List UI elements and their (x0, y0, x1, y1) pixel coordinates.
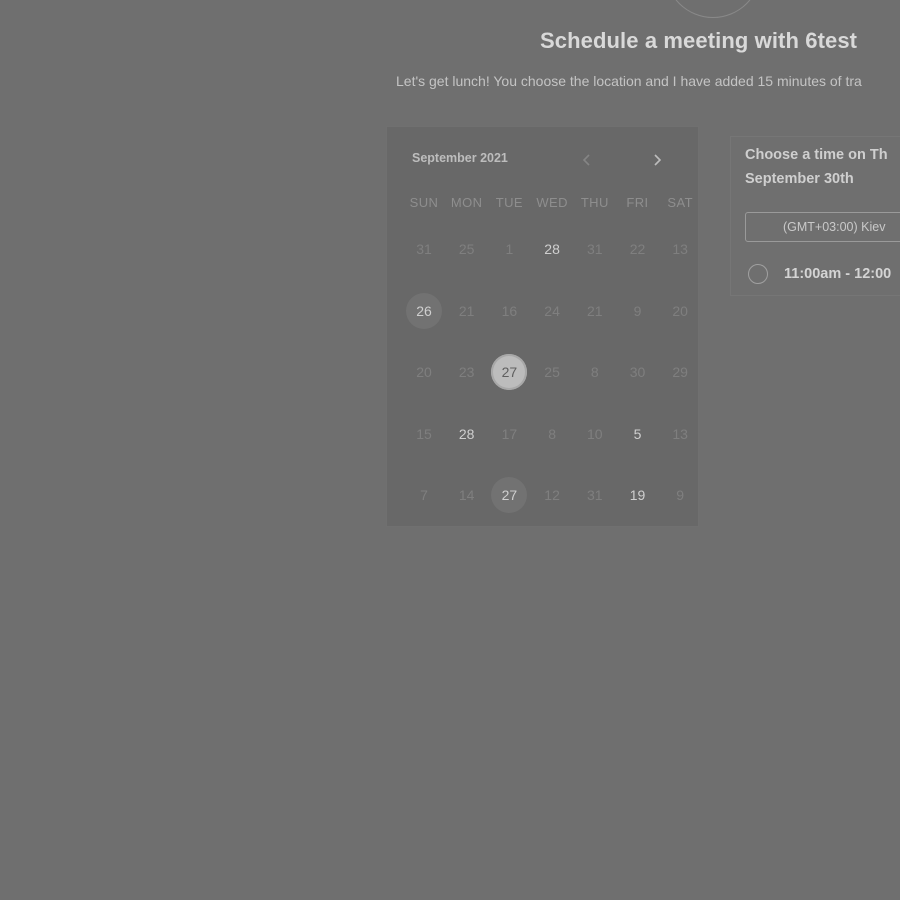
calendar-day: 13 (672, 241, 688, 257)
timezone-select[interactable]: (GMT+03:00) Kiev (745, 212, 900, 242)
calendar-day: 25 (544, 364, 560, 380)
calendar-day: 8 (548, 425, 556, 442)
calendar-day: 1 (505, 241, 514, 257)
calendar-day: 10 (587, 425, 603, 442)
avatar (665, 0, 761, 18)
time-slot-option[interactable]: 11:00am - 12:00 (748, 262, 891, 286)
weekday-label: THU (580, 195, 609, 210)
calendar-day: 30 (629, 364, 646, 380)
calendar-day: 31 (587, 487, 603, 503)
choose-time-heading: Choose a time on Th September 30th (745, 143, 900, 191)
calendar-day: 23 (458, 364, 475, 380)
radio-icon[interactable] (748, 264, 768, 284)
weekday-label: FRI (626, 195, 649, 210)
calendar-day: 21 (587, 302, 603, 319)
weekday-label: TUE (495, 195, 523, 210)
time-slot-label: 11:00am - 12:00 (784, 266, 892, 282)
chevron-left-icon (582, 154, 590, 166)
previous-month-button[interactable] (575, 147, 599, 173)
calendar-day: 13 (672, 425, 688, 442)
choose-time-heading-line-1: Choose a time on Th (745, 147, 888, 163)
calendar-day[interactable]: 19 (620, 477, 656, 513)
calendar-month-label: September 2021 (412, 151, 508, 165)
weekday-label: SAT (667, 195, 693, 210)
weekday-label: MON (450, 195, 483, 210)
calendar-day[interactable]: 28 (534, 231, 570, 267)
calendar-day: 20 (672, 302, 688, 319)
meeting-description: Let's get lunch! You choose the location… (396, 73, 862, 89)
calendar-day: 20 (416, 364, 432, 380)
calendar-day: 31 (416, 241, 432, 257)
calendar-day: 24 (544, 302, 560, 319)
chevron-right-icon (654, 154, 662, 166)
calendar-day: 9 (676, 487, 685, 503)
scheduling-page: Schedule a meeting with 6test Let's get … (0, 0, 900, 900)
weekday-label: SUN (409, 195, 439, 210)
calendar-day: 14 (458, 487, 475, 503)
calendar-day: 15 (416, 425, 432, 442)
calendar-day: 17 (501, 425, 518, 442)
calendar-panel: September 2021 SUN MON TUE WED THU FRI SAT 31 2… (386, 126, 699, 527)
calendar-day: 9 (633, 302, 642, 319)
calendar-day: 21 (458, 302, 475, 319)
calendar-day: 8 (590, 364, 599, 380)
calendar-day: 12 (544, 487, 560, 503)
choose-time-heading-line-2: September 30th (745, 171, 854, 187)
calendar-day: 31 (587, 241, 603, 257)
calendar-day: 16 (501, 302, 518, 319)
calendar-day: 22 (629, 241, 646, 257)
calendar-day[interactable]: 26 (406, 292, 442, 329)
page-title: Schedule a meeting with 6test (540, 28, 858, 53)
calendar-day[interactable]: 28 (449, 416, 485, 452)
calendar-day: 25 (458, 241, 475, 257)
calendar-day: 7 (420, 487, 428, 503)
calendar-day[interactable]: 27 (491, 477, 528, 513)
calendar-day: 29 (672, 364, 688, 380)
calendar-day[interactable]: 27 (491, 354, 528, 390)
weekday-label: WED (536, 195, 568, 210)
calendar-day[interactable]: 5 (620, 416, 656, 452)
next-month-button[interactable] (645, 147, 669, 173)
